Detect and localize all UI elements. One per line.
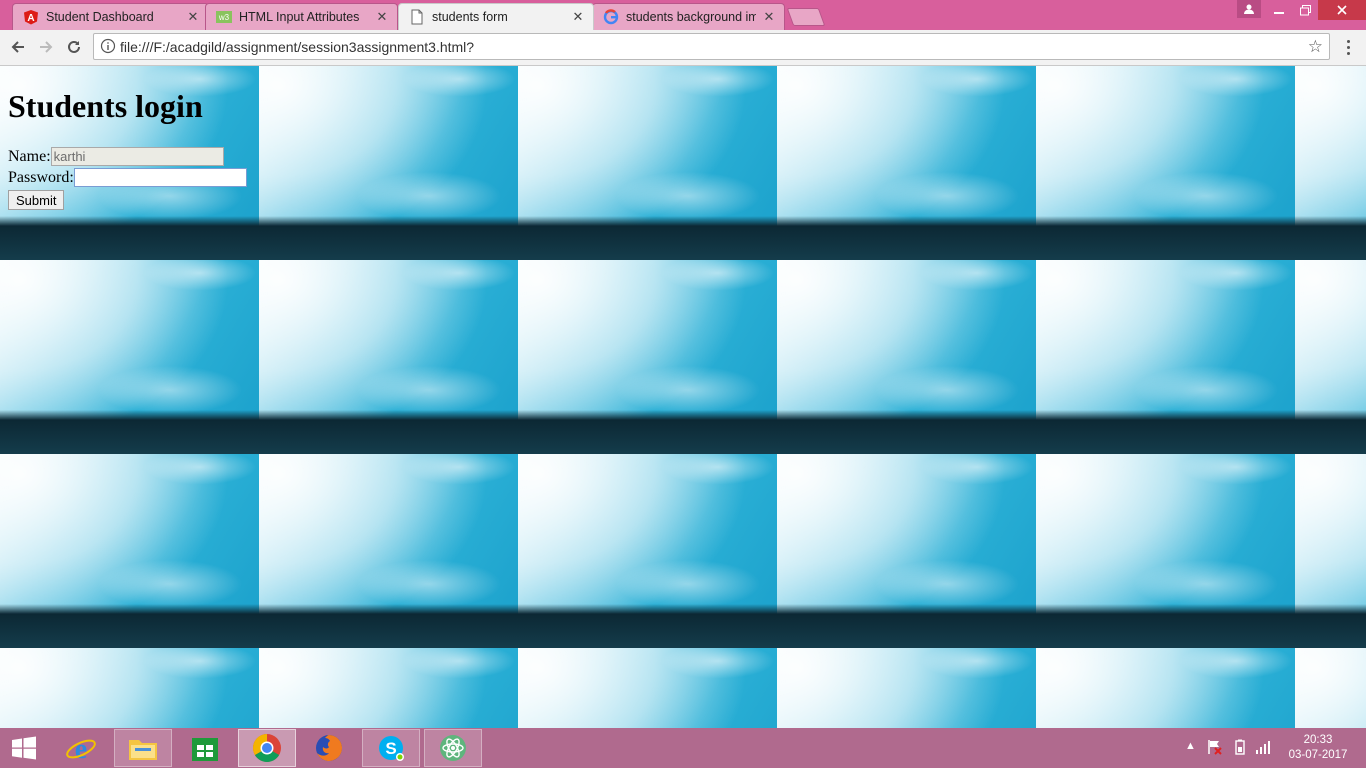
skype-icon[interactable]: S bbox=[362, 729, 420, 767]
submit-button[interactable]: Submit bbox=[8, 190, 65, 210]
close-window-button[interactable] bbox=[1318, 0, 1366, 20]
system-clock[interactable]: 20:33 03-07-2017 bbox=[1286, 733, 1350, 763]
back-button[interactable] bbox=[7, 36, 29, 58]
store-icon[interactable] bbox=[176, 729, 234, 767]
battery-icon[interactable] bbox=[1232, 739, 1248, 758]
show-hidden-icons-icon[interactable]: ▲ bbox=[1185, 740, 1196, 752]
new-tab-button[interactable] bbox=[786, 8, 826, 26]
clock-date: 03-07-2017 bbox=[1288, 749, 1348, 761]
close-icon[interactable]: ✕ bbox=[375, 9, 389, 25]
close-icon[interactable]: ✕ bbox=[571, 9, 585, 25]
page-title: Students login bbox=[8, 88, 203, 124]
taskbar: e S ▲ 20:33 03-07-2017 bbox=[0, 728, 1366, 768]
tab-title: students form bbox=[432, 10, 508, 24]
svg-text:A: A bbox=[27, 13, 34, 24]
svg-text:w3: w3 bbox=[218, 13, 230, 22]
minimize-button[interactable] bbox=[1266, 0, 1292, 20]
w3schools-icon: w3 bbox=[216, 9, 232, 25]
tab-students-form[interactable]: students form ✕ bbox=[398, 3, 594, 30]
menu-icon[interactable] bbox=[1340, 36, 1356, 58]
tab-students-background[interactable]: students background im ✕ bbox=[592, 3, 785, 30]
internet-explorer-icon[interactable]: e bbox=[52, 729, 110, 767]
bookmark-star-icon[interactable]: ☆ bbox=[1308, 37, 1323, 57]
name-label: Name: bbox=[8, 147, 51, 165]
page-icon bbox=[409, 9, 425, 25]
name-field[interactable] bbox=[50, 147, 224, 166]
chrome-icon[interactable] bbox=[238, 729, 296, 767]
action-center-flag-icon[interactable] bbox=[1206, 739, 1222, 758]
close-icon[interactable]: ✕ bbox=[762, 9, 776, 25]
clock-time: 20:33 bbox=[1303, 734, 1333, 746]
login-form: Name: Password: Submit bbox=[8, 146, 247, 210]
forward-button[interactable] bbox=[35, 36, 57, 58]
file-explorer-icon[interactable] bbox=[114, 729, 172, 767]
password-field[interactable] bbox=[73, 168, 247, 187]
close-icon[interactable]: ✕ bbox=[186, 9, 200, 25]
firefox-icon[interactable] bbox=[300, 729, 358, 767]
atom-icon[interactable] bbox=[424, 729, 482, 767]
tab-strip: A Student Dashboard ✕ w3 HTML Input Attr… bbox=[0, 0, 1366, 30]
angular-icon: A bbox=[23, 9, 39, 25]
url-text[interactable]: file:///F:/acadgild/assignment/session3a… bbox=[120, 39, 474, 55]
profile-icon[interactable] bbox=[1237, 0, 1261, 18]
tab-title: HTML Input Attributes bbox=[239, 10, 360, 24]
tab-title: students background im bbox=[626, 10, 756, 24]
page-content: Students login Name: Password: Submit bbox=[0, 66, 1366, 728]
svg-text:S: S bbox=[385, 739, 396, 758]
info-icon[interactable] bbox=[100, 38, 116, 54]
windows-start-icon[interactable] bbox=[10, 736, 38, 760]
address-bar[interactable]: file:///F:/acadgild/assignment/session3a… bbox=[93, 33, 1330, 60]
tab-title: Student Dashboard bbox=[46, 10, 154, 24]
restore-button[interactable] bbox=[1292, 0, 1318, 20]
network-signal-icon[interactable] bbox=[1255, 739, 1271, 758]
reload-button[interactable] bbox=[63, 36, 85, 58]
tab-student-dashboard[interactable]: A Student Dashboard ✕ bbox=[12, 3, 209, 30]
password-label: Password: bbox=[8, 168, 74, 186]
browser-toolbar: file:///F:/acadgild/assignment/session3a… bbox=[0, 30, 1366, 66]
svg-text:e: e bbox=[75, 734, 87, 764]
tab-html-input-attributes[interactable]: w3 HTML Input Attributes ✕ bbox=[205, 3, 398, 30]
google-icon bbox=[603, 9, 619, 25]
